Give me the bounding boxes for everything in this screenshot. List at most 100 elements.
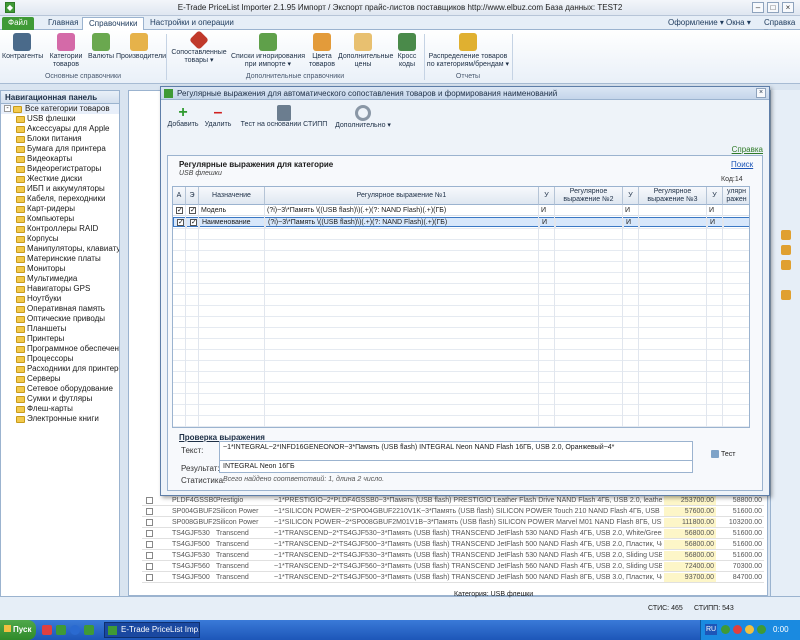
nav-category-item[interactable]: ИБП и аккумуляторы [1, 184, 119, 194]
regex-cell-u3[interactable]: И [707, 206, 723, 216]
add-button[interactable]: + Добавить [165, 105, 201, 129]
row-checkbox[interactable] [146, 519, 153, 526]
regex-cell-u1[interactable]: И [539, 206, 555, 216]
regex-row[interactable]: ✓ ✓ Наименование (?i)~3\*Память \((USB flas… [173, 217, 749, 228]
table-row[interactable]: SP008GBUF2 Silicon Power ~1*SILICON POWER~… [142, 518, 764, 528]
regex-cell-re1[interactable]: (?i)~3\*Память \((USB flash)\)(.+)(?: NA… [265, 206, 539, 216]
nav-category-item[interactable]: Блоки питания [1, 134, 119, 144]
nav-category-item[interactable]: Контроллеры RAID [1, 224, 119, 234]
row-checkbox[interactable] [146, 508, 153, 515]
quicklaunch-icon[interactable] [42, 625, 52, 635]
collapse-toggle-icon[interactable]: - [4, 105, 11, 112]
nav-category-item[interactable]: Программное обеспечение [1, 344, 119, 354]
checkbox[interactable]: ✓ [190, 219, 197, 226]
row-checkbox[interactable] [146, 563, 153, 570]
nav-root-all-categories[interactable]: - Все категории товаров [1, 104, 119, 114]
col-regex2[interactable]: Регулярное выражение №2 [555, 187, 623, 205]
nav-category-item[interactable]: Видеорегистраторы [1, 164, 119, 174]
quicklaunch-icon[interactable] [84, 625, 94, 635]
nav-category-item[interactable]: Сумки и футляры [1, 394, 119, 404]
dialog-close-button[interactable]: × [756, 88, 766, 98]
test-button[interactable]: Тест на основании СТИПП [239, 105, 329, 128]
table-row[interactable]: TS4GJF500 Transcend ~1*TRANSCEND~2*TS4GJF5… [142, 573, 764, 583]
row-checkbox[interactable] [146, 552, 153, 559]
regex-cell-u2[interactable]: И [623, 206, 639, 216]
currency-button[interactable]: Валюты [88, 33, 114, 61]
table-row[interactable]: PLDF4GSSB0 Prestigio ~1*PRESTIGIO~2*PLDF4G… [142, 496, 764, 506]
row-checkbox[interactable] [146, 530, 153, 537]
matched-goods-button[interactable]: Сопоставленные товары ▾ [170, 30, 228, 65]
regex-cell-purpose[interactable]: Наименование [200, 218, 266, 228]
nav-category-item[interactable]: Навигаторы GPS [1, 284, 119, 294]
nav-category-item[interactable]: Планшеты [1, 324, 119, 334]
col-regex1[interactable]: Регулярное выражение №1 [265, 187, 539, 205]
tray-icon[interactable] [757, 625, 766, 634]
tray-icon[interactable] [745, 625, 754, 634]
nav-category-item[interactable]: Аксессуары для Apple [1, 124, 119, 134]
nav-category-item[interactable]: Процессоры [1, 354, 119, 364]
regex-cell-re1[interactable]: (?i)~3\*Память \((USB flash)\)(.+)(?: NA… [266, 218, 540, 228]
nav-category-item[interactable]: Бумага для принтера [1, 144, 119, 154]
checkbox[interactable]: ✓ [177, 219, 184, 226]
nav-category-item[interactable]: Оперативная память [1, 304, 119, 314]
side-tool-icon[interactable] [781, 245, 791, 255]
nav-category-item[interactable]: Карт-ридеры [1, 204, 119, 214]
nav-category-item[interactable]: USB флешки [1, 114, 119, 124]
row-checkbox[interactable] [146, 574, 153, 581]
nav-category-item[interactable]: Корпусы [1, 234, 119, 244]
regex-cell-re4[interactable] [723, 206, 749, 216]
nav-category-item[interactable]: Видеокарты [1, 154, 119, 164]
nav-category-item[interactable]: Кабеля, переходники [1, 194, 119, 204]
nav-category-item[interactable]: Жесткие диски [1, 174, 119, 184]
col-regex4[interactable]: улярн ражен [723, 187, 749, 205]
ignore-list-button[interactable]: Списки игнорирования при импорте ▾ [230, 33, 306, 69]
close-button[interactable]: × [782, 2, 794, 13]
start-button[interactable]: Пуск [0, 620, 36, 640]
regex-cell-re4[interactable] [724, 218, 749, 228]
tab-file[interactable]: Файл [2, 17, 34, 30]
regex-cell-re2[interactable] [556, 218, 624, 228]
contractors-button[interactable]: Контрагенты [2, 33, 43, 61]
tab-settings[interactable]: Настройки и операции [144, 17, 240, 30]
tray-icon[interactable] [721, 625, 730, 634]
table-row[interactable]: TS4GJF530 Transcend ~1*TRANSCEND~2*TS4GJF5… [142, 529, 764, 539]
nav-category-item[interactable]: Расходники для принтеров [1, 364, 119, 374]
table-row[interactable]: TS4GJF500 Transcend ~1*TRANSCEND~2*TS4GJF5… [142, 540, 764, 550]
regex-cell-re3[interactable] [640, 218, 708, 228]
tab-home[interactable]: Главная [42, 17, 84, 30]
nav-category-item[interactable]: Серверы [1, 374, 119, 384]
col-u3[interactable]: У [707, 187, 723, 205]
regex-cell-re3[interactable] [639, 206, 707, 216]
nav-category-item[interactable]: Электронные книги [1, 414, 119, 424]
row-checkbox[interactable] [146, 497, 153, 504]
side-tool-icon[interactable] [781, 230, 791, 240]
taskbar-app-button[interactable]: E-Trade PriceList Imp... [104, 622, 200, 638]
col-export[interactable]: Э [186, 187, 199, 205]
quicklaunch-icon[interactable] [56, 625, 66, 635]
extra-prices-button[interactable]: Дополнительные цены [338, 33, 393, 69]
nav-category-item[interactable]: Ноутбуки [1, 294, 119, 304]
nav-category-item[interactable]: Мониторы [1, 264, 119, 274]
col-u2[interactable]: У [623, 187, 639, 205]
nav-category-item[interactable]: Флеш-карты [1, 404, 119, 414]
tray-icon[interactable] [733, 625, 742, 634]
checkbox[interactable]: ✓ [176, 207, 183, 214]
nav-category-item[interactable]: Материнские платы [1, 254, 119, 264]
nav-category-item[interactable]: Сетевое оборудование [1, 384, 119, 394]
nav-category-item[interactable]: Принтеры [1, 334, 119, 344]
table-row[interactable]: SP004GBUF2 Silicon Power ~1*SILICON POWER~… [142, 507, 764, 517]
nav-category-item[interactable]: Оптические приводы [1, 314, 119, 324]
distribution-button[interactable]: Распределение товаров по категориям/брен… [426, 33, 510, 69]
tab-references[interactable]: Справочники [82, 17, 145, 30]
col-u1[interactable]: У [539, 187, 555, 205]
manufacturers-button[interactable]: Производители [116, 33, 166, 61]
nav-category-item[interactable]: Компьютеры [1, 214, 119, 224]
regex-row[interactable]: ✓ ✓ Модель (?i)~3\*Память \((USB flash)\)(.… [173, 206, 749, 216]
cross-codes-button[interactable]: Кросс коды [392, 33, 422, 69]
help-link[interactable]: Справка [732, 145, 763, 154]
design-menu[interactable]: Оформление ▾ [668, 18, 724, 27]
table-row[interactable]: TS4GJF530 Transcend ~1*TRANSCEND~2*TS4GJF5… [142, 551, 764, 561]
language-indicator[interactable]: RU [705, 624, 717, 635]
regex-cell-purpose[interactable]: Модель [199, 206, 265, 216]
colors-button[interactable]: Цвета товаров [308, 33, 336, 69]
